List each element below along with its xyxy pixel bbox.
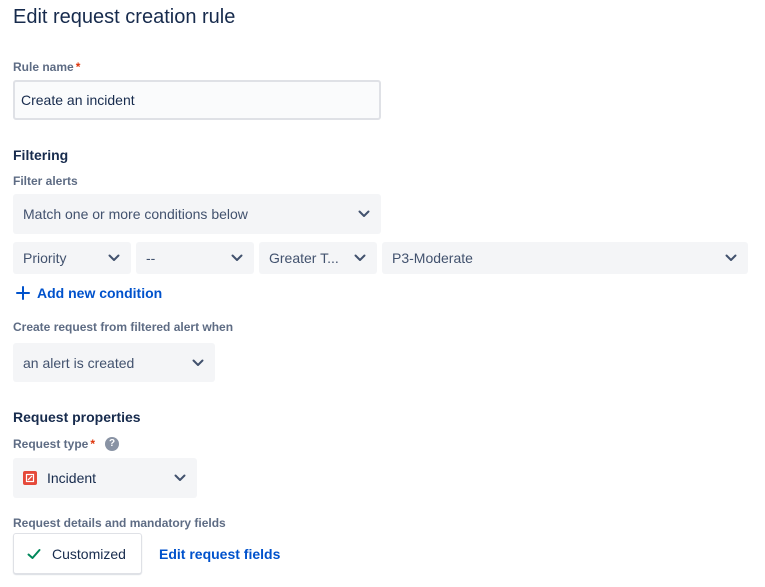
request-type-label-text: Request type (13, 437, 89, 451)
condition-operator-select[interactable]: Greater T... (259, 242, 377, 274)
condition-value-select[interactable]: P3-Moderate (382, 242, 748, 274)
filtering-heading: Filtering (13, 147, 69, 163)
create-when-label: Create request from filtered alert when (13, 320, 234, 334)
condition-operator-value: Greater T... (269, 250, 339, 266)
condition-field-select[interactable]: Priority (13, 242, 131, 274)
rule-name-value: Create an incident (21, 92, 135, 108)
condition-modifier-select[interactable]: -- (136, 242, 254, 274)
request-details-label: Request details and mandatory fields (13, 516, 226, 530)
help-icon[interactable]: ? (105, 437, 120, 451)
chevron-down-icon (724, 251, 738, 265)
add-condition-button[interactable]: Add new condition (15, 283, 162, 303)
plus-icon (16, 286, 30, 300)
condition-modifier-value: -- (146, 250, 156, 266)
create-when-value: an alert is created (23, 354, 135, 371)
required-mark: * (90, 437, 96, 451)
filter-alerts-label: Filter alerts (13, 174, 78, 188)
request-type-select[interactable]: Incident (13, 458, 197, 498)
add-condition-label: Add new condition (37, 285, 163, 301)
chevron-down-icon (107, 251, 121, 265)
chevron-down-icon (353, 251, 367, 265)
rule-name-label: Rule name * (13, 59, 80, 75)
request-type-label: Request type * ? (13, 436, 120, 452)
chevron-down-icon (173, 471, 187, 485)
incident-icon (23, 471, 37, 485)
edit-request-fields-link[interactable]: Edit request fields (159, 544, 280, 564)
match-conditions-select[interactable]: Match one or more conditions below (13, 194, 381, 234)
customized-label: Customized (52, 545, 126, 562)
rule-name-input[interactable]: Create an incident (13, 80, 381, 120)
match-conditions-value: Match one or more conditions below (23, 206, 248, 222)
create-when-select[interactable]: an alert is created (13, 343, 215, 382)
chevron-down-icon (191, 356, 205, 370)
request-type-option: Incident (23, 470, 96, 486)
required-mark: * (75, 60, 81, 74)
rule-name-label-text: Rule name (13, 60, 74, 74)
condition-value-value: P3-Moderate (392, 250, 473, 266)
request-type-value: Incident (47, 470, 97, 486)
request-properties-heading: Request properties (13, 409, 141, 425)
customized-button[interactable]: Customized (13, 533, 142, 574)
check-icon (27, 548, 41, 559)
chevron-down-icon (230, 251, 244, 265)
chevron-down-icon (357, 207, 371, 221)
condition-field-value: Priority (23, 250, 67, 266)
page-title: Edit request creation rule (13, 6, 236, 28)
